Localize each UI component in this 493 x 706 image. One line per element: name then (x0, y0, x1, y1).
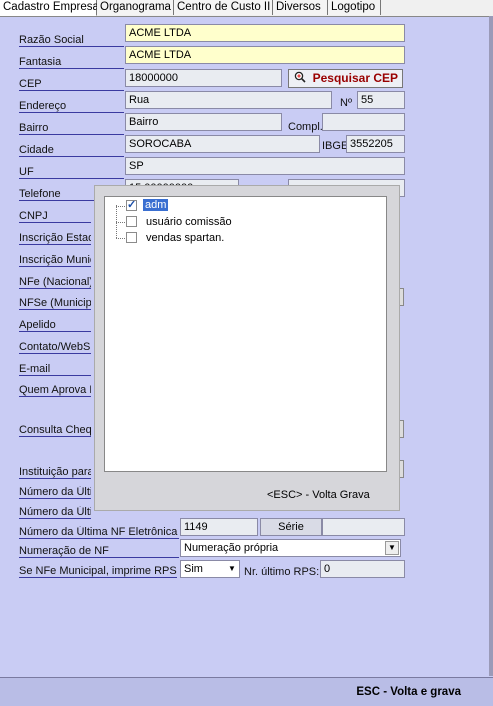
cidade-label: Cidade (19, 144, 124, 157)
endereco-label: Endereço (19, 100, 124, 113)
numeracao-nf-label: Numeração de NF (19, 545, 179, 558)
quem-aprova-label: Quem Aprova L (19, 384, 91, 397)
nfse-municipal-label: NFSe (Municipa (19, 297, 91, 310)
ultimo-rps-label: Nr. último RPS: (244, 566, 320, 578)
instituicao-label: Instituição para (19, 466, 91, 479)
esc-volta-grava-label[interactable]: ESC - Volta e grava (356, 686, 461, 698)
tab-organograma[interactable]: Organograma (97, 0, 174, 15)
magnifier-icon (294, 71, 306, 83)
razao-social-label: Razão Social (19, 34, 124, 47)
razao-social-input[interactable]: ACME LTDA (125, 24, 405, 42)
nfe-nacional-label: NFe (Nacional) (19, 276, 91, 289)
serie-label: Série (260, 518, 322, 536)
ibge-label: IBGE (322, 140, 349, 152)
checkbox-adm[interactable]: ✓ (126, 199, 137, 211)
numero-ultima-2-label: Número da Últim (19, 506, 91, 519)
tab-logotipo[interactable]: Logotipo (328, 0, 381, 15)
uf-label: UF (19, 166, 124, 179)
check-icon: ✓ (127, 199, 137, 211)
consulta-cheque-label: Consulta Chequ (19, 424, 91, 437)
contato-website-label: Contato/WebSit (19, 341, 91, 354)
cep-input[interactable]: 18000000 (125, 69, 282, 87)
numeracao-nf-select[interactable]: Numeração própria (180, 539, 401, 557)
popup-esc-hint: <ESC> - Volta Grava (267, 489, 370, 501)
tree-connector (116, 206, 125, 208)
bairro-label: Bairro (19, 122, 124, 135)
compl-input[interactable] (322, 113, 405, 131)
list-item-adm[interactable]: adm (143, 199, 169, 211)
checkbox-vendas-spartan[interactable] (126, 232, 137, 243)
ultima-nf-eletronica-label: Número da Última NF Eletrônica (19, 526, 179, 539)
numeracao-nf-value: Numeração própria (184, 542, 279, 554)
tab-cadastro-empresa[interactable]: Cadastro Empresa (0, 0, 99, 16)
imprime-rps-label: Se NFe Municipal, imprime RPS? (19, 565, 177, 578)
ultima-nf-eletronica-input[interactable]: 1149 (180, 518, 258, 536)
imprime-rps-value: Sim (184, 563, 203, 575)
tab-diversos[interactable]: Diversos (273, 0, 328, 15)
fantasia-input[interactable]: ACME LTDA (125, 46, 405, 64)
numero-label: Nº (340, 97, 352, 109)
list-item-usuario-comissao[interactable]: usuário comissão (146, 216, 232, 228)
apelido-label: Apelido (19, 319, 91, 332)
pesquisar-cep-button[interactable]: Pesquisar CEP (288, 69, 403, 88)
uf-input[interactable]: SP (125, 157, 405, 175)
email-label: E-mail (19, 363, 91, 376)
inscricao-municipal-label: Inscrição Munic (19, 254, 91, 267)
tree-connector (116, 238, 125, 240)
compl-label: Compl. (288, 121, 323, 133)
pesquisar-cep-label: Pesquisar CEP (312, 71, 398, 85)
cidade-input[interactable]: SOROCABA (125, 135, 320, 153)
imprime-rps-dropdown-icon[interactable]: ▼ (226, 562, 238, 576)
numero-ultima-1-label: Número da Últim (19, 486, 91, 499)
tab-bar: Cadastro Empresa Organograma Centro de C… (0, 0, 493, 16)
endereco-input[interactable]: Rua (125, 91, 332, 109)
ultimo-rps-input[interactable]: 0 (320, 560, 405, 578)
ibge-input[interactable]: 3552205 (346, 135, 405, 153)
list-item-vendas-spartan[interactable]: vendas spartan. (146, 232, 224, 244)
tree-connector (116, 222, 125, 224)
serie-input[interactable] (322, 518, 405, 536)
numeracao-nf-dropdown-icon[interactable]: ▼ (385, 541, 399, 555)
status-bar: ESC - Volta e grava (0, 677, 493, 706)
cnpj-label: CNPJ (19, 210, 91, 223)
cep-label: CEP (19, 78, 124, 91)
numero-input[interactable]: 55 (357, 91, 405, 109)
checkbox-usuario-comissao[interactable] (126, 216, 137, 227)
panel-right-edge (489, 16, 493, 676)
tab-centro-de-custo-ii[interactable]: Centro de Custo II (174, 0, 273, 15)
bairro-input[interactable]: Bairro (125, 113, 282, 131)
fantasia-label: Fantasia (19, 56, 124, 69)
inscricao-estadual-label: Inscrição Estad (19, 232, 91, 245)
